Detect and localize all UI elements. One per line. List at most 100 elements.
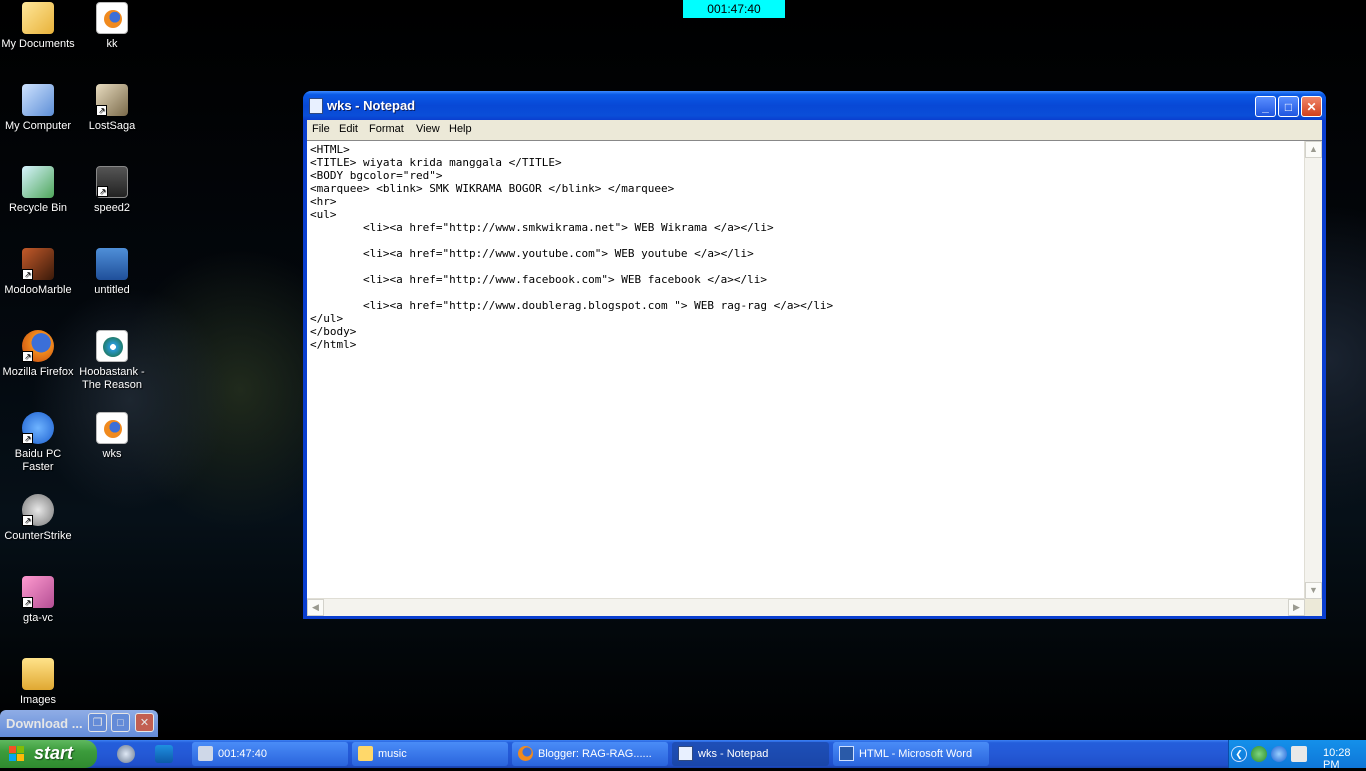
quicklaunch-app-icon[interactable]	[155, 745, 173, 763]
desktop-icon-lostsaga[interactable]: ↗ LostSaga	[74, 84, 150, 133]
desktop-icon-label: ModooMarble	[4, 284, 72, 296]
desktop-icon-label: gta-vc	[23, 612, 53, 624]
maximize-icon: □	[117, 717, 124, 729]
window-title: wks - Notepad	[327, 98, 416, 113]
menu-view[interactable]: View	[416, 123, 440, 135]
desktop-icon-label: CounterStrike	[4, 530, 72, 542]
task-blogger-firefox[interactable]: Blogger: RAG-RAG......	[512, 742, 668, 766]
menu-file[interactable]: File	[312, 123, 330, 135]
desktop-icon-label: untitled	[94, 284, 130, 296]
desktop-icon-label: LostSaga	[88, 120, 136, 132]
desktop-icon-label: Mozilla Firefox	[2, 366, 74, 378]
desktop-icon-my-documents[interactable]: My Documents	[0, 2, 76, 51]
my-documents-icon	[22, 2, 54, 34]
desktop-icon-hoobastank-the-reason[interactable]: Hoobastank - The Reason	[74, 330, 150, 392]
task-label: music	[378, 748, 407, 760]
windows-flag-icon	[9, 746, 24, 761]
horizontal-scrollbar[interactable]: ◀ ▶	[307, 598, 1305, 616]
firefox-html-icon	[96, 2, 128, 34]
desktop-icon-wks[interactable]: wks	[74, 412, 150, 461]
desktop-icon-counterstrike[interactable]: ↗ CounterStrike	[0, 494, 76, 543]
maximize-button[interactable]: □	[1278, 96, 1299, 117]
close-button[interactable]: ✕	[1301, 96, 1322, 117]
task-notepad[interactable]: wks - Notepad	[672, 742, 829, 766]
gta-icon: ↗	[22, 576, 54, 608]
baidu-icon: ↗	[22, 412, 54, 444]
counterstrike-icon: ↗	[22, 494, 54, 526]
timer-app-icon	[198, 746, 213, 761]
taskbar: start 001:47:40 music Blogger: RAG-RAG..…	[0, 740, 1366, 771]
text-editor-area[interactable]: <HTML> <TITLE> wiyata krida manggala </T…	[307, 140, 1322, 616]
scroll-left-icon[interactable]: ◀	[307, 599, 324, 616]
maximize-button[interactable]: □	[111, 713, 130, 732]
menu-help[interactable]: Help	[449, 123, 472, 135]
desktop-icon-images[interactable]: Images	[0, 658, 76, 707]
taskbar-clock[interactable]: 10:28 PM	[1323, 747, 1366, 771]
task-label: 001:47:40	[218, 748, 267, 760]
menu-format[interactable]: Format	[369, 123, 404, 135]
desktop-icon-label: wks	[102, 448, 122, 460]
baidu-tray-icon[interactable]	[1271, 746, 1287, 762]
notepad-titlebar[interactable]: wks - Notepad _ □ ✕	[303, 91, 1326, 120]
scroll-up-icon[interactable]: ▲	[1305, 141, 1322, 158]
notepad-icon	[678, 746, 693, 761]
close-button[interactable]: ✕	[135, 713, 154, 732]
notepad-window[interactable]: wks - Notepad _ □ ✕ File Edit Format Vie…	[303, 91, 1326, 619]
firefox-html-icon	[96, 412, 128, 444]
desktop-icon-label: speed2	[93, 202, 131, 214]
desktop-icon-gta-vc[interactable]: ↗ gta-vc	[0, 576, 76, 625]
task-timer[interactable]: 001:47:40	[192, 742, 348, 766]
task-label: wks - Notepad	[698, 748, 769, 760]
start-label: start	[34, 743, 74, 763]
word-icon	[839, 746, 854, 761]
desktop-icon-speed2[interactable]: ↗ speed2	[74, 166, 150, 215]
start-button[interactable]: start	[0, 740, 97, 768]
system-tray: ❮ 10:28 PM	[1228, 740, 1366, 771]
minimize-icon: _	[1262, 100, 1269, 114]
resize-grip-icon[interactable]	[1305, 599, 1322, 616]
close-icon: ✕	[1306, 100, 1317, 114]
desktop-icon-my-computer[interactable]: My Computer	[0, 84, 76, 133]
firefox-icon	[518, 746, 533, 761]
menu-bar: File Edit Format View Help	[307, 120, 1322, 140]
scroll-right-icon[interactable]: ▶	[1288, 599, 1305, 616]
download-window[interactable]: Download ... ❐ □ ✕	[0, 710, 158, 737]
scroll-down-icon[interactable]: ▼	[1305, 582, 1322, 599]
modoomarble-icon: ↗	[22, 248, 54, 280]
menu-edit[interactable]: Edit	[339, 123, 358, 135]
notepad-icon	[309, 98, 323, 114]
minimize-button[interactable]: _	[1255, 96, 1276, 117]
quicklaunch-browser-icon[interactable]	[117, 745, 135, 763]
desktop-icon-label: Images	[19, 694, 57, 706]
desktop-icon-mozilla-firefox[interactable]: ↗ Mozilla Firefox	[0, 330, 76, 379]
desktop-icon-label: Baidu PC Faster	[14, 448, 62, 473]
desktop-icon-label: My Computer	[4, 120, 72, 132]
recycle-bin-icon	[22, 166, 54, 198]
desktop-icon-untitled[interactable]: untitled	[74, 248, 150, 297]
network-icon[interactable]	[1251, 746, 1267, 762]
folder-icon	[22, 658, 54, 690]
media-player-icon	[96, 330, 128, 362]
desktop-icon-label: kk	[106, 38, 118, 50]
task-music-folder[interactable]: music	[352, 742, 508, 766]
vertical-scrollbar[interactable]: ▲ ▼	[1304, 141, 1322, 599]
desktop-icon-recycle-bin[interactable]: Recycle Bin	[0, 166, 76, 215]
desktop-icon-modoomarble[interactable]: ↗ ModooMarble	[0, 248, 76, 297]
editor-text[interactable]: <HTML> <TITLE> wiyata krida manggala </T…	[310, 143, 833, 351]
folder-icon	[358, 746, 373, 761]
tray-app-icon[interactable]	[1291, 746, 1307, 762]
task-label: HTML - Microsoft Word	[859, 748, 973, 760]
nfs-icon: ↗	[96, 166, 128, 198]
desktop-icon-label: Hoobastank - The Reason	[79, 366, 145, 391]
restore-icon: ❐	[92, 717, 103, 729]
restore-button[interactable]: ❐	[88, 713, 107, 732]
desktop-icon-label: My Documents	[1, 38, 75, 50]
my-computer-icon	[22, 84, 54, 116]
task-label: Blogger: RAG-RAG......	[538, 748, 652, 760]
desktop-icon-kk[interactable]: kk	[74, 2, 150, 51]
tray-expand-icon[interactable]: ❮	[1231, 746, 1247, 762]
desktop-icon-baidu-pc-faster[interactable]: ↗ Baidu PC Faster	[0, 412, 76, 474]
firefox-icon: ↗	[22, 330, 54, 362]
lostsaga-icon: ↗	[96, 84, 128, 116]
task-word[interactable]: HTML - Microsoft Word	[833, 742, 989, 766]
